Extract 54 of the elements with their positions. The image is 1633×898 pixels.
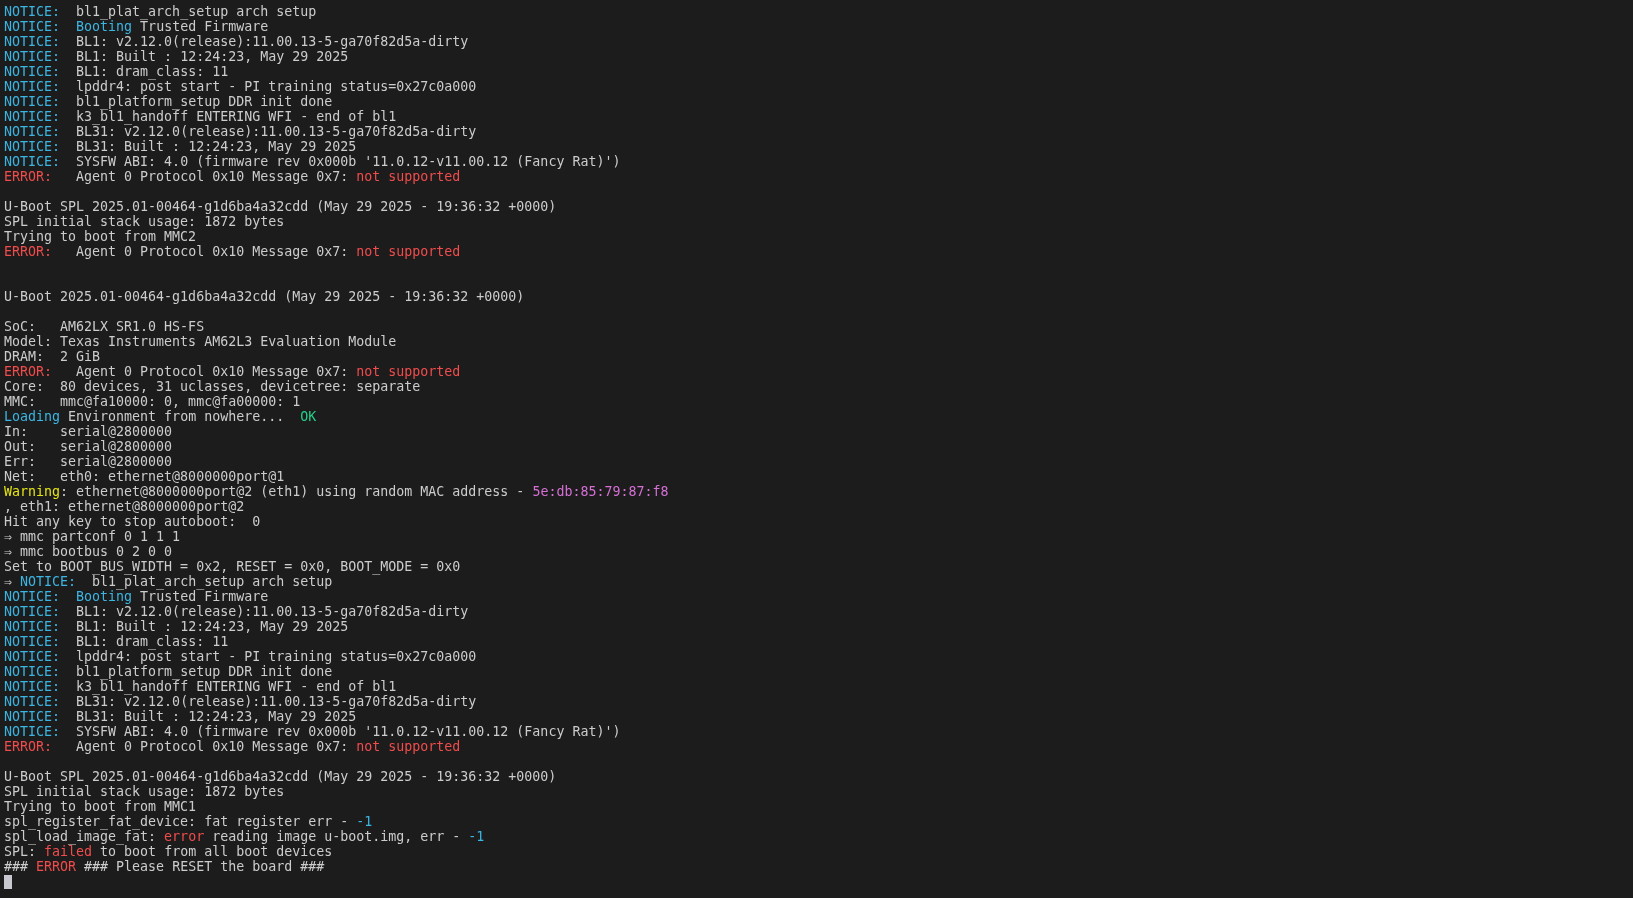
- log-line: NOTICE: BL31: v2.12.0(release):11.00.13-5-ga70f82d5a-dirty: [4, 124, 477, 139]
- log-line: Hit any key to stop autoboot: 0: [4, 514, 261, 529]
- log-line: , eth1: ethernet@8000000port@2: [4, 499, 245, 514]
- log-line: MMC: mmc@fa10000: 0, mmc@fa00000: 1: [4, 394, 301, 409]
- log-line: Set to BOOT_BUS_WIDTH = 0x2, RESET = 0x0, BOOT_MODE = 0x0: [4, 559, 461, 574]
- log-line: ERROR: Agent 0 Protocol 0x10 Message 0x7: not supported: [4, 364, 461, 379]
- log-line: DRAM: 2 GiB: [4, 349, 101, 364]
- log-line: Out: serial@2800000: [4, 439, 173, 454]
- log-line: NOTICE: BL1: v2.12.0(release):11.00.13-5-ga70f82d5a-dirty: [4, 604, 469, 619]
- log-line: U-Boot SPL 2025.01-00464-g1d6ba4a32cdd (May 29 2025 - 19:36:32 +0000): [4, 199, 557, 214]
- log-line: ### ERROR ### Please RESET the board ###: [4, 859, 325, 874]
- log-line: U-Boot SPL 2025.01-00464-g1d6ba4a32cdd (May 29 2025 - 19:36:32 +0000): [4, 769, 557, 784]
- log-line: Warning: ethernet@8000000port@2 (eth1) using random MAC address - 5e:db:85:79:87:f8: [4, 484, 669, 499]
- log-line: SPL: failed to boot from all boot devices: [4, 844, 333, 859]
- log-line: NOTICE: BL31: Built : 12:24:23, May 29 2025: [4, 139, 357, 154]
- log-line: NOTICE: lpddr4: post start - PI training status=0x27c0a000: [4, 649, 477, 664]
- log-line: SoC: AM62LX SR1.0 HS-FS: [4, 319, 205, 334]
- log-line: spl_load_image_fat: error reading image u-boot.img, err - -1: [4, 829, 485, 844]
- log-line: NOTICE: BL1: Built : 12:24:23, May 29 2025: [4, 619, 349, 634]
- log-line: Trying to boot from MMC2: [4, 229, 197, 244]
- log-line: NOTICE: lpddr4: post start - PI training status=0x27c0a000: [4, 79, 477, 94]
- log-line: NOTICE: k3_bl1_handoff ENTERING WFI - end of bl1: [4, 679, 397, 694]
- log-line: NOTICE: BL31: Built : 12:24:23, May 29 2025: [4, 709, 357, 724]
- log-line: ERROR: Agent 0 Protocol 0x10 Message 0x7: not supported: [4, 169, 461, 184]
- log-line: NOTICE: Booting Trusted Firmware: [4, 589, 269, 604]
- log-line: SPL initial stack usage: 1872 bytes: [4, 214, 285, 229]
- log-line: Core: 80 devices, 31 uclasses, devicetree: separate: [4, 379, 421, 394]
- log-line: ⇒ NOTICE: bl1_plat_arch_setup arch setup: [4, 574, 333, 589]
- log-line: ⇒ mmc bootbus 0 2 0 0: [4, 544, 173, 559]
- log-line: NOTICE: bl1_platform_setup DDR init done: [4, 94, 333, 109]
- log-line: In: serial@2800000: [4, 424, 173, 439]
- log-line: NOTICE: BL1: dram_class: 11: [4, 64, 229, 79]
- log-line: NOTICE: bl1_platform_setup DDR init done: [4, 664, 333, 679]
- log-line: Net: eth0: ethernet@8000000port@1: [4, 469, 285, 484]
- text-cursor: [4, 875, 12, 889]
- log-line: Trying to boot from MMC1: [4, 799, 197, 814]
- log-line: Loading Environment from nowhere... OK: [4, 409, 317, 424]
- log-line: NOTICE: k3_bl1_handoff ENTERING WFI - end of bl1: [4, 109, 397, 124]
- log-line: U-Boot 2025.01-00464-g1d6ba4a32cdd (May 29 2025 - 19:36:32 +0000): [4, 289, 525, 304]
- log-line: spl_register_fat_device: fat register err - -1: [4, 814, 373, 829]
- log-line: NOTICE: BL1: v2.12.0(release):11.00.13-5-ga70f82d5a-dirty: [4, 34, 469, 49]
- log-line: SPL initial stack usage: 1872 bytes: [4, 784, 285, 799]
- log-line: ⇒ mmc partconf 0 1 1 1: [4, 529, 181, 544]
- log-line: NOTICE: SYSFW ABI: 4.0 (firmware rev 0x000b '11.0.12-v11.00.12 (Fancy Rat)'): [4, 154, 621, 169]
- log-line: NOTICE: SYSFW ABI: 4.0 (firmware rev 0x000b '11.0.12-v11.00.12 (Fancy Rat)'): [4, 724, 621, 739]
- log-line: NOTICE: Booting Trusted Firmware: [4, 19, 269, 34]
- log-line: Model: Texas Instruments AM62L3 Evaluation Module: [4, 334, 397, 349]
- log-line: ERROR: Agent 0 Protocol 0x10 Message 0x7: not supported: [4, 739, 461, 754]
- log-line: Err: serial@2800000: [4, 454, 173, 469]
- log-line: NOTICE: BL31: v2.12.0(release):11.00.13-5-ga70f82d5a-dirty: [4, 694, 477, 709]
- log-line: NOTICE: BL1: Built : 12:24:23, May 29 2025: [4, 49, 349, 64]
- log-line: NOTICE: bl1_plat_arch_setup arch setup: [4, 4, 317, 19]
- log-line: ERROR: Agent 0 Protocol 0x10 Message 0x7: not supported: [4, 244, 461, 259]
- log-line: NOTICE: BL1: dram_class: 11: [4, 634, 229, 649]
